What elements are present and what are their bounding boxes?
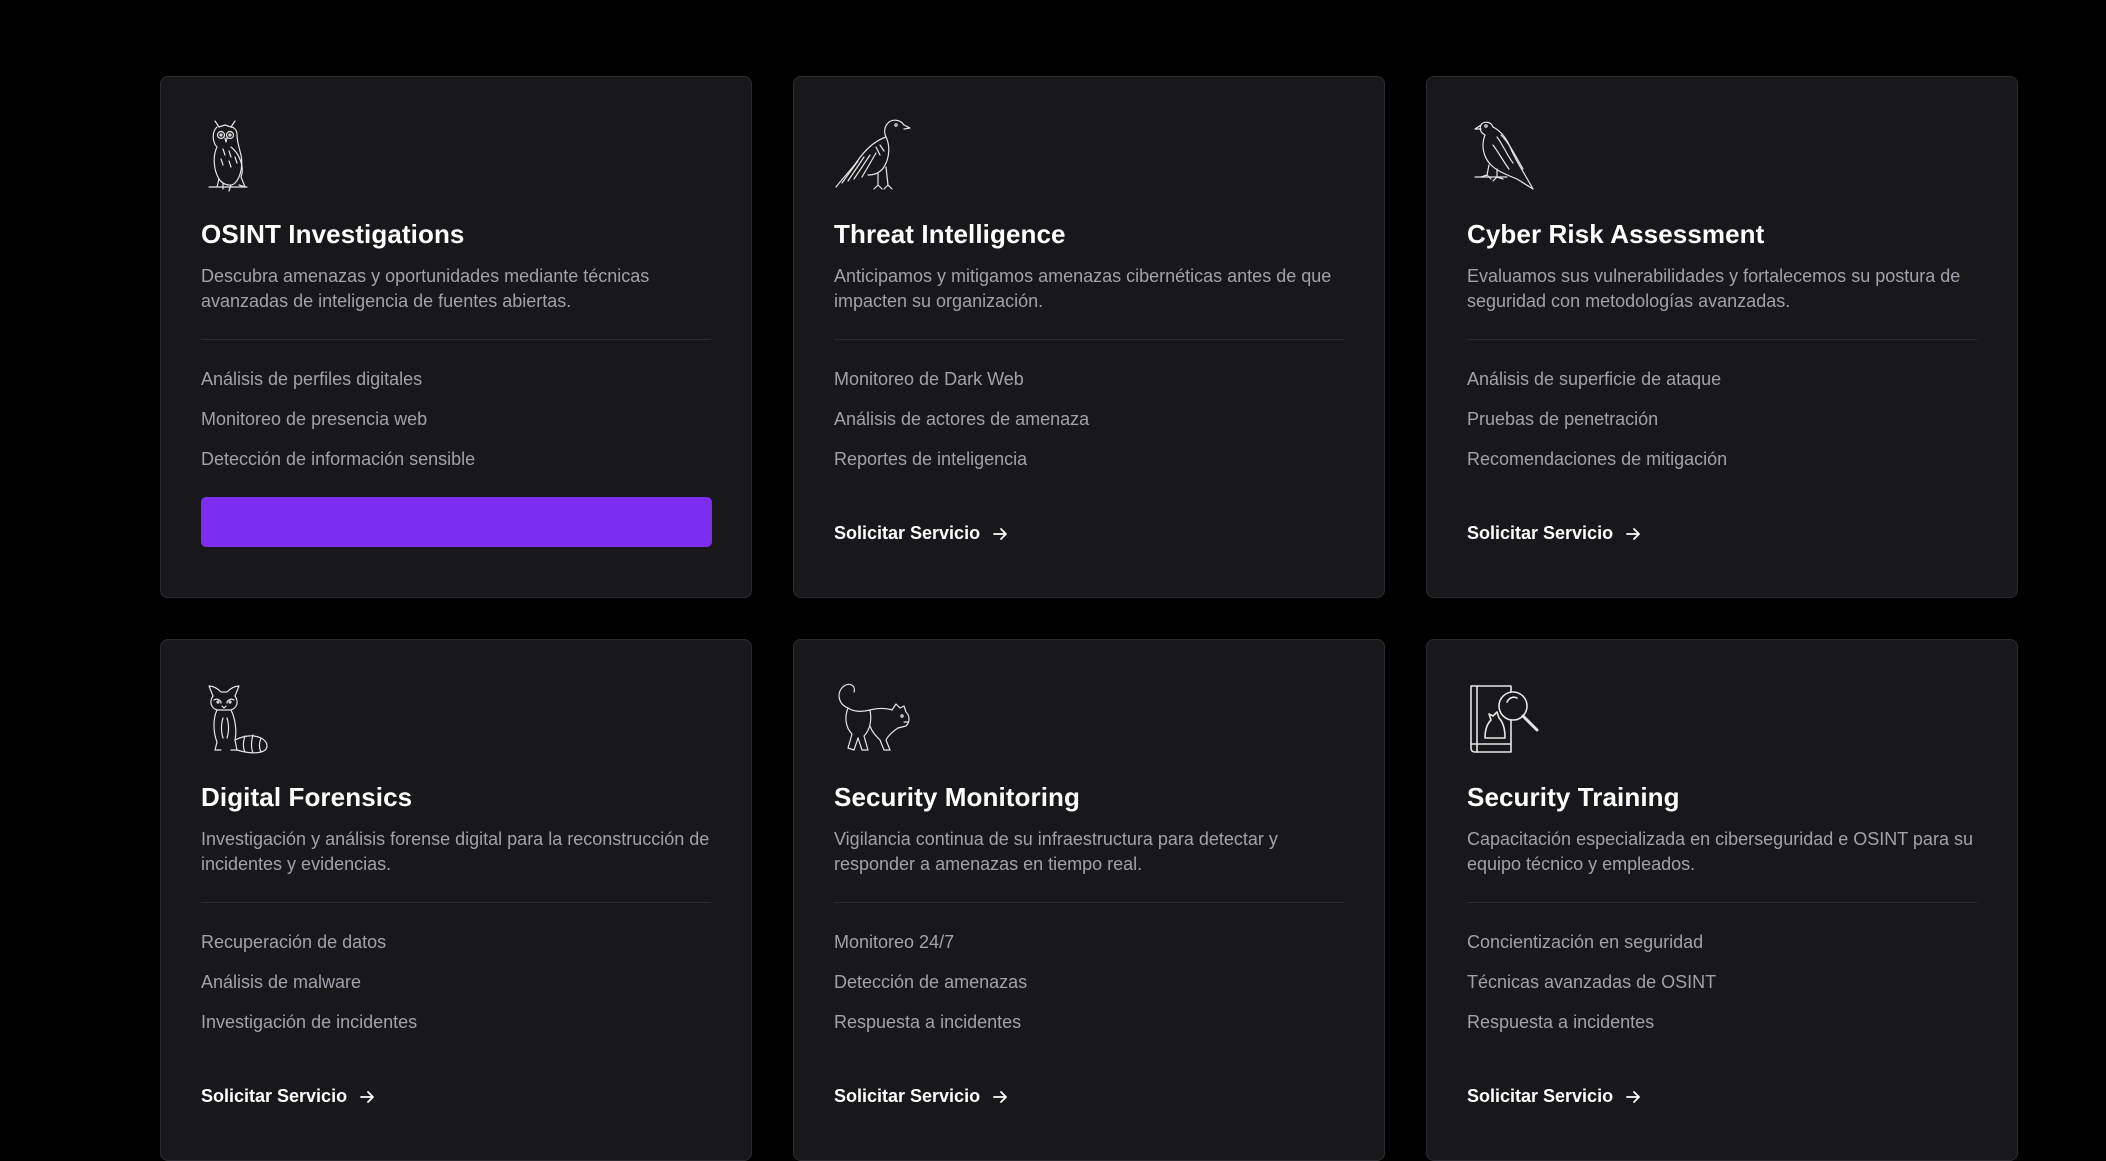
feature-item: Concientización en seguridad (1467, 932, 1704, 952)
feature-list: Recuperación de datos Análisis de malwar… (201, 930, 711, 1034)
request-service-button[interactable] (201, 497, 712, 547)
request-service-link[interactable]: Solicitar Servicio (201, 1086, 375, 1107)
service-card-cyber-risk[interactable]: Cyber Risk Assessment Evaluamos sus vuln… (1426, 76, 2018, 598)
feature-item: Investigación de incidentes (201, 1012, 418, 1032)
request-service-label: Solicitar Servicio (834, 1086, 981, 1106)
feature-item: Análisis de superficie de ataque (1467, 369, 1722, 389)
request-service-label: Solicitar Servicio (834, 523, 981, 543)
request-service-label: Solicitar Servicio (1467, 1086, 1614, 1106)
service-description: Vigilancia continua de su infraestructur… (834, 829, 1278, 874)
divider (201, 339, 711, 340)
falcon-icon (1467, 115, 1547, 195)
divider (834, 339, 1344, 340)
panther-icon (834, 678, 914, 758)
service-title: Cyber Risk Assessment (1467, 219, 1765, 249)
feature-list: Monitoreo de Dark Web Análisis de actore… (834, 367, 1344, 471)
service-description: Anticipamos y mitigamos amenazas ciberné… (834, 266, 1332, 311)
feature-item: Respuesta a incidentes (834, 1012, 1022, 1032)
arrow-right-icon (1626, 1090, 1640, 1103)
request-service-link[interactable]: Solicitar Servicio (1467, 1086, 1641, 1107)
feature-item: Recuperación de datos (201, 932, 387, 952)
feature-item: Detección de información sensible (201, 449, 476, 469)
service-title: Threat Intelligence (834, 219, 1066, 249)
arrow-right-icon (993, 527, 1007, 540)
feature-item: Monitoreo 24/7 (834, 932, 955, 952)
feature-list: Análisis de perfiles digitales Monitoreo… (201, 367, 711, 471)
feature-list: Análisis de superficie de ataque Pruebas… (1467, 367, 1977, 471)
feature-item: Análisis de perfiles digitales (201, 369, 423, 389)
raccoon-icon (201, 678, 281, 758)
feature-item: Pruebas de penetración (1467, 409, 1659, 429)
feature-item: Técnicas avanzadas de OSINT (1467, 972, 1717, 992)
service-title: Security Training (1467, 782, 1680, 812)
divider (1467, 902, 1977, 903)
service-card-security-monitoring[interactable]: Security Monitoring Vigilancia continua … (793, 639, 1385, 1161)
service-description: Evaluamos sus vulnerabilidades y fortale… (1467, 266, 1961, 311)
service-title: Security Monitoring (834, 782, 1081, 812)
feature-item: Monitoreo de presencia web (201, 409, 428, 429)
service-card-digital-forensics[interactable]: Digital Forensics Investigación y anális… (160, 639, 752, 1161)
feature-item: Análisis de actores de amenaza (834, 409, 1090, 429)
service-title: OSINT Investigations (201, 219, 465, 249)
services-grid: OSINT Investigations Descubra amenazas y… (160, 76, 2018, 1161)
service-description: Descubra amenazas y oportunidades median… (201, 266, 650, 311)
service-description: Capacitación especializada en cibersegur… (1467, 829, 1973, 874)
owl-icon (201, 115, 281, 195)
arrow-right-icon (360, 1090, 374, 1103)
service-description: Investigación y análisis forense digital… (201, 829, 710, 874)
book-magnifier-icon (1467, 678, 1547, 758)
divider (1467, 339, 1977, 340)
feature-item: Reportes de inteligencia (834, 449, 1028, 469)
request-service-link[interactable]: Solicitar Servicio (834, 523, 1008, 544)
arrow-right-icon (993, 1090, 1007, 1103)
feature-list: Monitoreo 24/7 Detección de amenazas Res… (834, 930, 1344, 1034)
feature-item: Recomendaciones de mitigación (1467, 449, 1728, 469)
service-card-security-training[interactable]: Security Training Capacitación especiali… (1426, 639, 2018, 1161)
raven-icon (834, 115, 914, 195)
service-title: Digital Forensics (201, 782, 413, 812)
divider (834, 902, 1344, 903)
request-service-label: Solicitar Servicio (201, 1086, 348, 1106)
divider (201, 902, 711, 903)
arrow-right-icon (1626, 527, 1640, 540)
feature-list: Concientización en seguridad Técnicas av… (1467, 930, 1977, 1034)
request-service-link[interactable]: Solicitar Servicio (834, 1086, 1008, 1107)
feature-item: Análisis de malware (201, 972, 362, 992)
feature-item: Detección de amenazas (834, 972, 1028, 992)
service-card-threat-intelligence[interactable]: Threat Intelligence Anticipamos y mitiga… (793, 76, 1385, 598)
request-service-label: Solicitar Servicio (1467, 523, 1614, 543)
request-service-link[interactable]: Solicitar Servicio (1467, 523, 1641, 544)
service-card-osint[interactable]: OSINT Investigations Descubra amenazas y… (160, 76, 752, 598)
feature-item: Monitoreo de Dark Web (834, 369, 1024, 389)
feature-item: Respuesta a incidentes (1467, 1012, 1655, 1032)
